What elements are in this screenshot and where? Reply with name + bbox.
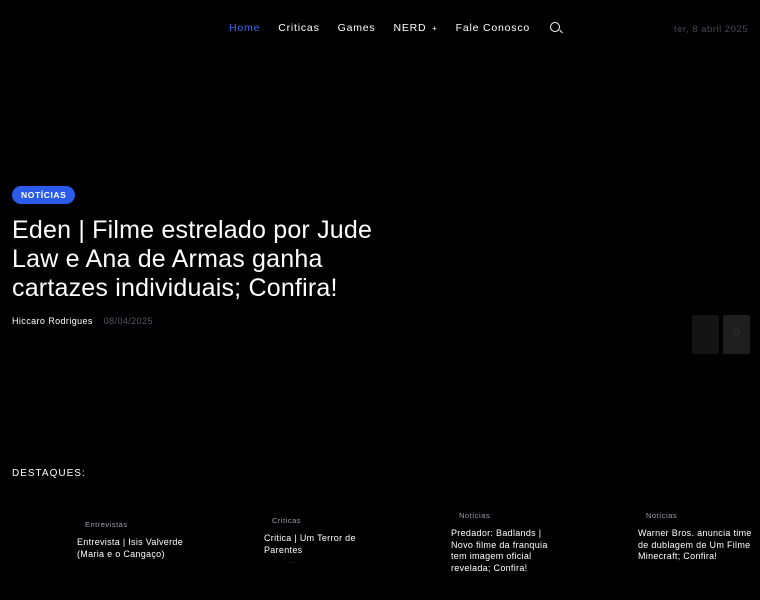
hero-article: NOTÍCIAS Eden | Filme estrelado por Jude… (12, 185, 392, 326)
main-menu: Home Criticas Games NERD + Fale Conosco (229, 22, 563, 34)
hero-title[interactable]: Eden | Filme estrelado por Jude Law e An… (12, 216, 392, 303)
highlight-card[interactable]: Criticas Critica | Um Terror de Parentes… (264, 516, 379, 565)
nav-item-home[interactable]: Home (229, 22, 260, 34)
slider-next-button[interactable]: 0 (723, 315, 750, 354)
top-navigation: Home Criticas Games NERD + Fale Conosco … (0, 0, 760, 58)
card-title[interactable]: Predador: Badlands | Novo filme da franq… (451, 528, 566, 574)
highlight-card[interactable]: Notícias Warner Bros. anuncia time de du… (638, 511, 753, 563)
highlights-title: DESTAQUES: (12, 468, 86, 479)
card-title[interactable]: Critica | Um Terror de Parentes (264, 533, 379, 556)
nav-item-nerd[interactable]: NERD + (393, 22, 437, 34)
nav-item-fale-conosco[interactable]: Fale Conosco (456, 22, 530, 34)
author-link[interactable]: Hiccaro Rodrigues (12, 316, 93, 326)
slider-next-label: 0 (733, 327, 740, 339)
slider-prev-button[interactable] (692, 315, 719, 354)
card-category[interactable]: Entrevistas (77, 520, 192, 529)
category-badge[interactable]: NOTÍCIAS (12, 186, 76, 204)
hero-meta: Hiccaro Rodrigues 08/04/2025 (12, 316, 392, 326)
card-category[interactable]: Notícias (638, 511, 753, 520)
highlight-card[interactable]: Entrevistas Entrevista | Isis Valverde (… (77, 520, 192, 560)
nav-item-nerd-caret: + (432, 24, 438, 33)
search-icon[interactable] (550, 22, 563, 34)
nav-item-criticas[interactable]: Criticas (278, 22, 319, 34)
nav-item-nerd-label: NERD (393, 22, 427, 34)
card-title[interactable]: Entrevista | Isis Valverde (Maria e o Ca… (77, 537, 192, 560)
nav-item-games[interactable]: Games (338, 22, 376, 34)
card-extra: ... (288, 556, 295, 565)
post-date: 08/04/2025 (103, 316, 153, 326)
card-category[interactable]: Notícias (451, 511, 566, 520)
highlight-card[interactable]: Notícias Predador: Badlands | Novo filme… (451, 511, 566, 574)
card-category[interactable]: Criticas (264, 516, 379, 525)
search-icon-handle (558, 29, 563, 34)
card-title[interactable]: Warner Bros. anuncia time de dublagem de… (638, 528, 753, 563)
current-date: ter, 8 abril 2025 (674, 24, 748, 35)
